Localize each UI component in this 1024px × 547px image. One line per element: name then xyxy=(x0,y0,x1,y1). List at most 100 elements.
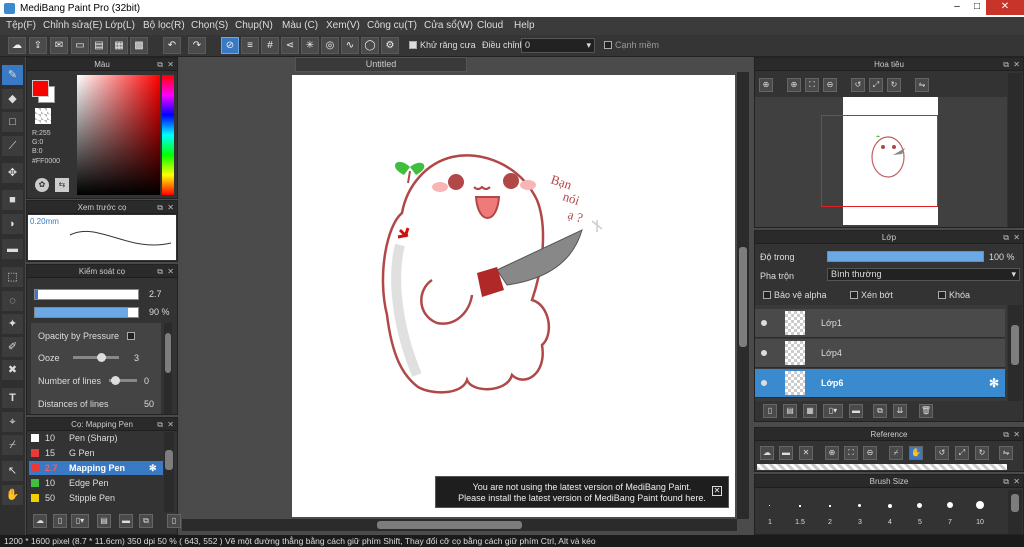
navigator-scrollbar[interactable] xyxy=(1008,73,1022,227)
blur-tool-icon[interactable]: ⟋ xyxy=(2,136,23,156)
radial-snap-icon[interactable]: ✳ xyxy=(301,37,319,54)
drawing-canvas[interactable]: Bạn nói ạ ? xyxy=(292,75,735,517)
menu-window[interactable]: Cửa sổ(W) xyxy=(424,20,473,31)
scroll-thumb[interactable] xyxy=(739,247,747,347)
flip-icon[interactable]: ⇋ xyxy=(915,78,929,92)
ooze-slider[interactable] xyxy=(73,353,119,362)
redo-icon[interactable]: ↷ xyxy=(188,37,206,54)
eraser-tool-icon[interactable]: ◆ xyxy=(2,89,23,109)
menu-help[interactable]: Help xyxy=(514,20,535,31)
dot-tool-icon[interactable]: □ xyxy=(2,112,23,132)
ooze-slider-knob[interactable] xyxy=(97,353,106,362)
size-cell-3[interactable]: 3 xyxy=(845,491,875,531)
select-eraser-icon[interactable]: ✖ xyxy=(2,360,23,380)
cloud-icon[interactable]: ☁ xyxy=(760,446,774,460)
antialias-checkbox[interactable]: Khử răng cưa xyxy=(409,40,476,50)
cloud-brush-icon[interactable]: ☁ xyxy=(33,514,47,528)
reference-image-area[interactable] xyxy=(757,464,1007,470)
close-button[interactable]: ✕ xyxy=(986,0,1024,15)
brush-item-edge-pen[interactable]: 10 Edge Pen xyxy=(29,476,163,490)
page-icon[interactable]: ▭ xyxy=(71,37,89,54)
fit-window-icon[interactable]: ⤢ xyxy=(869,78,883,92)
undo-icon[interactable]: ↶ xyxy=(163,37,181,54)
open-folder-icon[interactable]: ▬ xyxy=(779,446,793,460)
size-cell-10[interactable]: 10 xyxy=(965,491,995,531)
close-icon[interactable]: ✕ xyxy=(1013,428,1020,441)
circle-snap-icon[interactable]: ◎ xyxy=(321,37,339,54)
popout-icon[interactable]: ⧉ xyxy=(157,58,163,71)
delete-layer-icon[interactable]: 🗑 xyxy=(919,404,933,418)
layer-row[interactable]: Lớp4 xyxy=(755,339,1005,368)
text-tool-icon[interactable]: T xyxy=(2,388,23,408)
duplicate-icon[interactable]: ⧉ xyxy=(139,514,153,528)
scroll-thumb[interactable] xyxy=(377,521,522,529)
layer-scrollbar[interactable] xyxy=(1008,305,1022,401)
hue-slider[interactable] xyxy=(162,75,174,195)
brush-settings-icon[interactable]: ▤ xyxy=(97,514,111,528)
fill-tool-icon[interactable]: ◗ xyxy=(2,214,23,234)
eye-icon[interactable] xyxy=(761,320,767,326)
canvas-horizontal-scrollbar[interactable] xyxy=(182,519,737,531)
clipping-checkbox[interactable]: Xén bớt xyxy=(850,290,893,300)
size-cell-4[interactable]: 4 xyxy=(875,491,905,531)
share-icon[interactable]: ⇪ xyxy=(29,37,47,54)
comment-icon[interactable]: ✉ xyxy=(50,37,68,54)
select-pen-icon[interactable]: ✐ xyxy=(2,337,23,357)
new-8bit-layer-icon[interactable]: ▦ xyxy=(803,404,817,418)
popout-icon[interactable]: ⧉ xyxy=(157,201,163,214)
zoom-in-icon[interactable]: ⊕ xyxy=(759,78,773,92)
document-icon[interactable]: ▤ xyxy=(90,37,108,54)
popout-icon[interactable]: ⧉ xyxy=(1003,231,1009,244)
color-saturation-field[interactable] xyxy=(77,75,160,195)
brush-tool-icon[interactable]: ✎ xyxy=(2,65,23,85)
operation-tool-icon[interactable]: ↖ xyxy=(2,461,23,481)
lasso-tool-icon[interactable]: ◌ xyxy=(2,291,23,311)
hand-icon[interactable]: ✋ xyxy=(909,446,923,460)
soft-edge-checkbox[interactable]: Cạnh mềm xyxy=(604,40,659,50)
zoom-in-icon[interactable]: ⊕ xyxy=(825,446,839,460)
menu-snap[interactable]: Chụp(N) xyxy=(235,20,273,31)
grid-icon[interactable]: ▩ xyxy=(130,37,148,54)
gear-icon[interactable]: ✻ xyxy=(989,376,999,390)
navigator-preview[interactable] xyxy=(755,97,1007,227)
new-halftone-layer-icon[interactable]: ▤ xyxy=(783,404,797,418)
fit-icon[interactable]: ⛶ xyxy=(805,78,819,92)
canvas-vertical-scrollbar[interactable] xyxy=(737,72,749,519)
folder-icon[interactable]: ▬ xyxy=(119,514,133,528)
close-icon[interactable]: ✕ xyxy=(712,486,722,496)
brush-item-stipple-pen[interactable]: 50 Stipple Pen xyxy=(29,491,163,505)
transparent-swatch[interactable] xyxy=(35,108,51,124)
rotate-right-icon[interactable]: ↻ xyxy=(887,78,901,92)
protect-alpha-checkbox[interactable]: Bảo vệ alpha xyxy=(763,290,827,300)
eyedropper-icon[interactable]: ⌿ xyxy=(889,446,903,460)
panel-icon[interactable]: ▦ xyxy=(110,37,128,54)
fit-window-icon[interactable]: ⤢ xyxy=(955,446,969,460)
close-icon[interactable]: ✕ xyxy=(167,58,174,71)
menu-select[interactable]: Chọn(S) xyxy=(191,20,228,31)
select-tool-icon[interactable]: ⬚ xyxy=(2,267,23,287)
close-icon[interactable]: ✕ xyxy=(1013,475,1020,488)
menu-edit[interactable]: Chỉnh sửa(E) xyxy=(43,20,103,31)
brush-item-pen-sharp[interactable]: 10 Pen (Sharp) xyxy=(29,431,163,445)
new-layer-icon[interactable]: ▯ xyxy=(763,404,777,418)
menu-file[interactable]: Tệp(F) xyxy=(6,20,36,31)
scroll-thumb[interactable] xyxy=(165,333,171,373)
opacity-pressure-checkbox[interactable] xyxy=(127,332,135,340)
size-cell-1[interactable]: 1 xyxy=(755,491,785,531)
menu-cloud[interactable]: Cloud xyxy=(477,20,503,31)
brush-item-mapping-pen[interactable]: 2.7 Mapping Pen ✻ xyxy=(29,461,163,475)
rectangle-tool-icon[interactable]: ■ xyxy=(2,190,23,210)
popout-icon[interactable]: ⧉ xyxy=(1003,475,1009,488)
update-notice[interactable]: You are not using the latest version of … xyxy=(435,476,729,508)
merge-layer-icon[interactable]: ⇊ xyxy=(893,404,907,418)
brush-item-g-pen[interactable]: 15 G Pen xyxy=(29,446,163,460)
lock-checkbox[interactable]: Khóa xyxy=(938,290,970,300)
add-brush-menu-icon[interactable]: ▯▾ xyxy=(71,514,89,528)
ellipse-snap-icon[interactable]: ◯ xyxy=(361,37,379,54)
layer-row[interactable]: Lớp1 xyxy=(755,309,1005,338)
close-icon[interactable]: ✕ xyxy=(167,201,174,214)
size-cell-1.5[interactable]: 1.5 xyxy=(785,491,815,531)
size-cell-5[interactable]: 5 xyxy=(905,491,935,531)
menu-color[interactable]: Màu (C) xyxy=(282,20,318,31)
menu-filter[interactable]: Bộ lọc(R) xyxy=(143,20,185,31)
